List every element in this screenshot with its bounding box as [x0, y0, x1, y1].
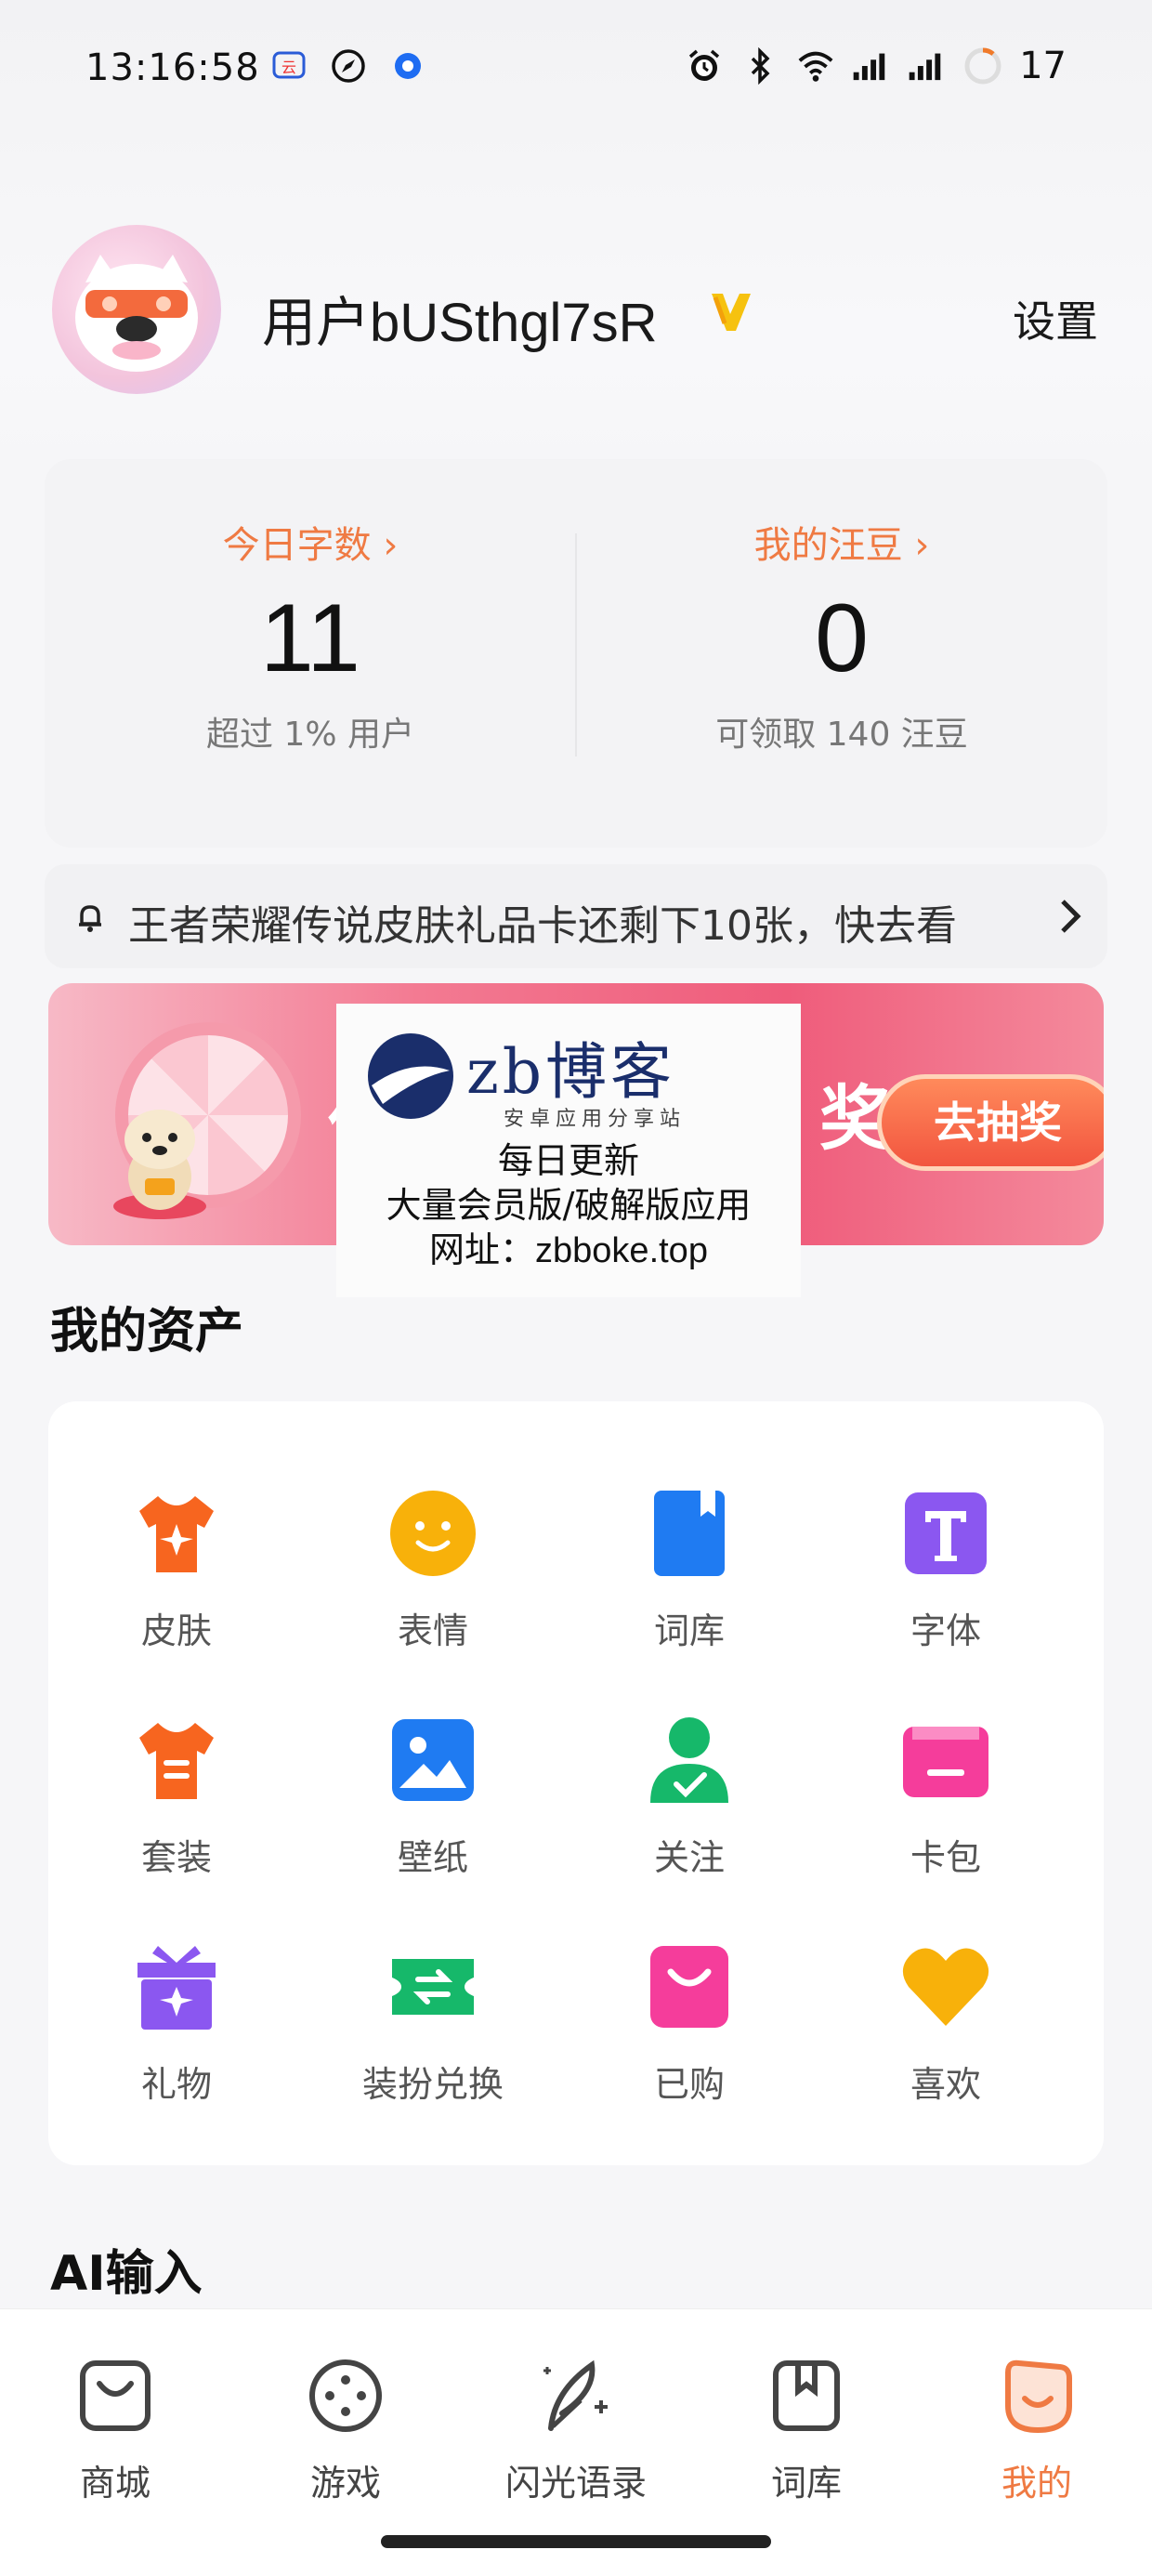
watermark-name: zb博客 — [466, 1036, 676, 1108]
nav-label: 闪光语录 — [504, 2463, 647, 2504]
status-bar: 13:16:58 云 17 — [0, 37, 1152, 102]
notice-text: 王者荣耀传说皮肤礼品卡还剩下10张，快去看 — [128, 902, 957, 950]
image-icon — [386, 1714, 479, 1807]
nav-item-games[interactable]: 游戏 — [243, 2354, 448, 2505]
today-words-stat[interactable]: 今日字数 › 11 超过 1% 用户 — [45, 515, 576, 756]
asset-label: 皮肤 — [140, 1610, 212, 1651]
notice-bar[interactable]: 王者荣耀传说皮肤礼品卡还剩下10张，快去看 — [45, 864, 1107, 968]
bell-icon — [72, 900, 108, 935]
asset-label: 卡包 — [910, 1837, 981, 1878]
exchange-icon — [386, 1940, 479, 2033]
ai-section-title: AI输入 — [50, 2246, 203, 2302]
wifi-icon — [796, 46, 835, 85]
asset-lexicon[interactable]: 词库 — [561, 1487, 818, 1673]
bookmark-book-icon — [765, 2354, 848, 2438]
battery-icon — [963, 46, 1002, 85]
game-icon — [304, 2354, 387, 2438]
asset-label: 套装 — [140, 1837, 212, 1878]
nav-label: 我的 — [1001, 2463, 1072, 2504]
nav-item-lexicon[interactable]: 词库 — [704, 2354, 909, 2505]
asset-favorites[interactable]: 喜欢 — [818, 1940, 1074, 2126]
asset-label: 已购 — [653, 2064, 725, 2105]
signal-icon-1 — [852, 46, 891, 85]
asset-card-wallet[interactable]: 卡包 — [818, 1714, 1074, 1899]
today-words-label[interactable]: 今日字数 › — [45, 515, 576, 569]
user-check-icon — [643, 1714, 736, 1807]
smile-icon — [386, 1487, 479, 1580]
asset-skin[interactable]: 皮肤 — [48, 1487, 305, 1673]
asset-label: 字体 — [910, 1610, 981, 1651]
site-logo-icon — [364, 1030, 457, 1123]
status-notification-icons: 云 — [269, 46, 427, 85]
asset-purchased[interactable]: 已购 — [561, 1940, 818, 2126]
status-system-icons: 17 — [685, 45, 1067, 87]
asset-label: 壁纸 — [397, 1837, 468, 1878]
asset-label: 表情 — [397, 1610, 468, 1651]
asset-label: 礼物 — [140, 2064, 212, 2105]
home-indicator[interactable] — [381, 2535, 771, 2548]
nav-label: 词库 — [770, 2463, 842, 2504]
beans-value: 0 — [815, 585, 869, 692]
watermark-sub: 安卓应用分享站 — [504, 1108, 687, 1131]
asset-font[interactable]: 字体 — [818, 1487, 1074, 1673]
watermark-line2: 大量会员版/破解版应用 — [386, 1185, 752, 1226]
assets-grid: 皮肤 表情 词库 字体 套装 壁纸 关注 卡包 礼物 装扮兑换 已购 喜欢 — [48, 1401, 1104, 2165]
vip-badge-icon[interactable] — [702, 284, 758, 340]
asset-wallpaper[interactable]: 壁纸 — [305, 1714, 561, 1899]
profile-header: 用户bUSthgl7sR 设置 — [52, 225, 1102, 401]
shirt-star-icon — [130, 1487, 223, 1580]
shirt-equal-icon — [130, 1714, 223, 1807]
signal-icon-2 — [908, 46, 947, 85]
draw-lottery-button[interactable]: 去抽奖 — [877, 1074, 1104, 1171]
settings-button[interactable]: 设置 — [1013, 288, 1098, 349]
battery-level: 17 — [1019, 45, 1067, 87]
asset-label: 词库 — [653, 1610, 725, 1651]
mascot-graphic — [104, 1095, 216, 1225]
compass-icon — [329, 46, 368, 85]
nav-label: 游戏 — [309, 2463, 381, 2504]
wallet-icon — [899, 1714, 992, 1807]
beans-sub: 可领取 140 汪豆 — [715, 716, 968, 754]
status-time: 13:16:58 — [85, 46, 260, 89]
watermark-line1: 每日更新 — [497, 1140, 639, 1181]
asset-gift[interactable]: 礼物 — [48, 1940, 305, 2126]
assets-section-title: 我的资产 — [50, 1304, 244, 1360]
watermark-overlay: zb博客 安卓应用分享站 每日更新 大量会员版/破解版应用 网址：zbboke.… — [336, 1004, 801, 1297]
heart-icon — [899, 1940, 992, 2033]
svg-text:云: 云 — [281, 59, 296, 76]
bluetooth-icon — [740, 46, 779, 85]
asset-label: 装扮兑换 — [361, 2064, 504, 2105]
beans-stat[interactable]: 我的汪豆 › 0 可领取 140 汪豆 — [576, 515, 1107, 756]
asset-label: 喜欢 — [910, 2064, 981, 2105]
gift-icon — [130, 1940, 223, 2033]
book-icon — [643, 1487, 736, 1580]
username: 用户bUSthgl7sR — [262, 293, 658, 353]
beans-label[interactable]: 我的汪豆 › — [576, 515, 1107, 569]
app-notification-icon: 云 — [269, 46, 308, 85]
asset-exchange[interactable]: 装扮兑换 — [305, 1940, 561, 2126]
asset-emoji[interactable]: 表情 — [305, 1487, 561, 1673]
mine-icon — [995, 2354, 1079, 2438]
stats-card: 今日字数 › 11 超过 1% 用户 我的汪豆 › 0 可领取 140 汪豆 — [45, 459, 1107, 848]
shop-bag-icon — [73, 2354, 157, 2438]
watermark-line3: 网址：zbboke.top — [429, 1231, 708, 1270]
nav-item-mine[interactable]: 我的 — [935, 2354, 1139, 2505]
shopping-bag-icon — [643, 1940, 736, 2033]
today-words-value: 11 — [260, 585, 360, 692]
nav-item-shop[interactable]: 商城 — [13, 2354, 217, 2505]
today-words-sub: 超过 1% 用户 — [206, 716, 414, 754]
asset-suit[interactable]: 套装 — [48, 1714, 305, 1899]
alarm-icon — [685, 46, 724, 85]
nav-item-quotes[interactable]: 闪光语录 — [474, 2354, 678, 2505]
font-t-icon — [899, 1487, 992, 1580]
avatar[interactable] — [52, 225, 221, 394]
chevron-right-icon[interactable] — [1054, 892, 1087, 940]
asset-follow[interactable]: 关注 — [561, 1714, 818, 1899]
asset-label: 关注 — [653, 1837, 725, 1878]
app-dot-icon — [388, 46, 427, 85]
feather-icon — [534, 2354, 618, 2438]
nav-label: 商城 — [79, 2463, 151, 2504]
